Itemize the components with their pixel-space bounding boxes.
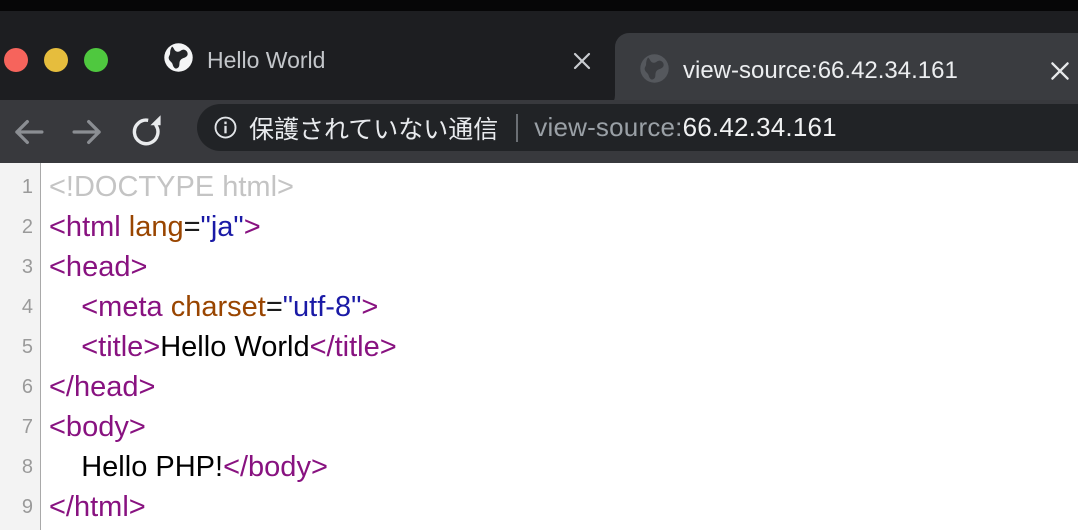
view-source-content: 1<!DOCTYPE html>2<html lang="ja">3<head>…: [0, 163, 1078, 530]
source-line: 6</head>: [0, 367, 1078, 407]
source-line-text: <html lang="ja">: [41, 207, 261, 247]
close-icon[interactable]: [1046, 57, 1074, 85]
source-line-text: Hello PHP!</body>: [41, 447, 328, 487]
source-line-text: <!DOCTYPE html>: [41, 167, 294, 207]
line-number: 7: [0, 407, 41, 447]
line-number: 1: [0, 167, 41, 207]
security-label: 保護されていない通信: [249, 110, 498, 146]
traffic-lights: [4, 48, 108, 72]
source-line: 1<!DOCTYPE html>: [0, 167, 1078, 207]
line-number: 9: [0, 487, 41, 527]
source-line-text: </head>: [41, 367, 155, 407]
source-line: 7<body>: [0, 407, 1078, 447]
browser-toolbar: 保護されていない通信 view-source: 66.42.34.161: [0, 100, 1078, 163]
tab-bar: Hello World view-source:66.42.34.161: [0, 11, 1078, 100]
source-line: 3<head>: [0, 247, 1078, 287]
reload-icon: [130, 115, 164, 149]
back-button[interactable]: [10, 114, 46, 150]
line-number: 8: [0, 447, 41, 487]
tab-title[interactable]: Hello World: [207, 47, 325, 74]
arrow-right-icon: [70, 114, 106, 150]
line-number: 6: [0, 367, 41, 407]
url-scheme: view-source:: [534, 112, 682, 143]
source-line-text: <title>Hello World</title>: [41, 327, 397, 367]
url-host: 66.42.34.161: [683, 112, 837, 143]
source-line: 9</html>: [0, 487, 1078, 527]
minimize-window-button[interactable]: [44, 48, 68, 72]
close-icon[interactable]: [568, 47, 596, 75]
source-line-text: <body>: [41, 407, 146, 447]
source-line: 2<html lang="ja">: [0, 207, 1078, 247]
globe-icon: [163, 42, 194, 73]
zoom-window-button[interactable]: [84, 48, 108, 72]
arrow-left-icon: [10, 114, 46, 150]
line-number: 3: [0, 247, 41, 287]
source-line: 5 <title>Hello World</title>: [0, 327, 1078, 367]
line-number: 5: [0, 327, 41, 367]
line-number: 4: [0, 287, 41, 327]
tab-title: view-source:66.42.34.161: [683, 57, 958, 85]
source-line: 4 <meta charset="utf-8">: [0, 287, 1078, 327]
forward-button[interactable]: [70, 114, 106, 150]
source-line-text: </html>: [41, 487, 146, 527]
source-line-text: <head>: [41, 247, 147, 287]
line-number: 2: [0, 207, 41, 247]
source-code: 1<!DOCTYPE html>2<html lang="ja">3<head>…: [0, 167, 1078, 527]
security-chip[interactable]: 保護されていない通信: [197, 110, 498, 146]
close-window-button[interactable]: [4, 48, 28, 72]
address-bar[interactable]: 保護されていない通信 view-source: 66.42.34.161: [197, 104, 1078, 151]
source-line-text: <meta charset="utf-8">: [41, 287, 378, 327]
info-icon: [213, 115, 238, 140]
reload-button[interactable]: [129, 114, 165, 150]
globe-icon: [639, 53, 670, 84]
window-top-edge: [0, 0, 1078, 11]
omnibox-separator: [516, 114, 518, 142]
source-line: 8 Hello PHP!</body>: [0, 447, 1078, 487]
